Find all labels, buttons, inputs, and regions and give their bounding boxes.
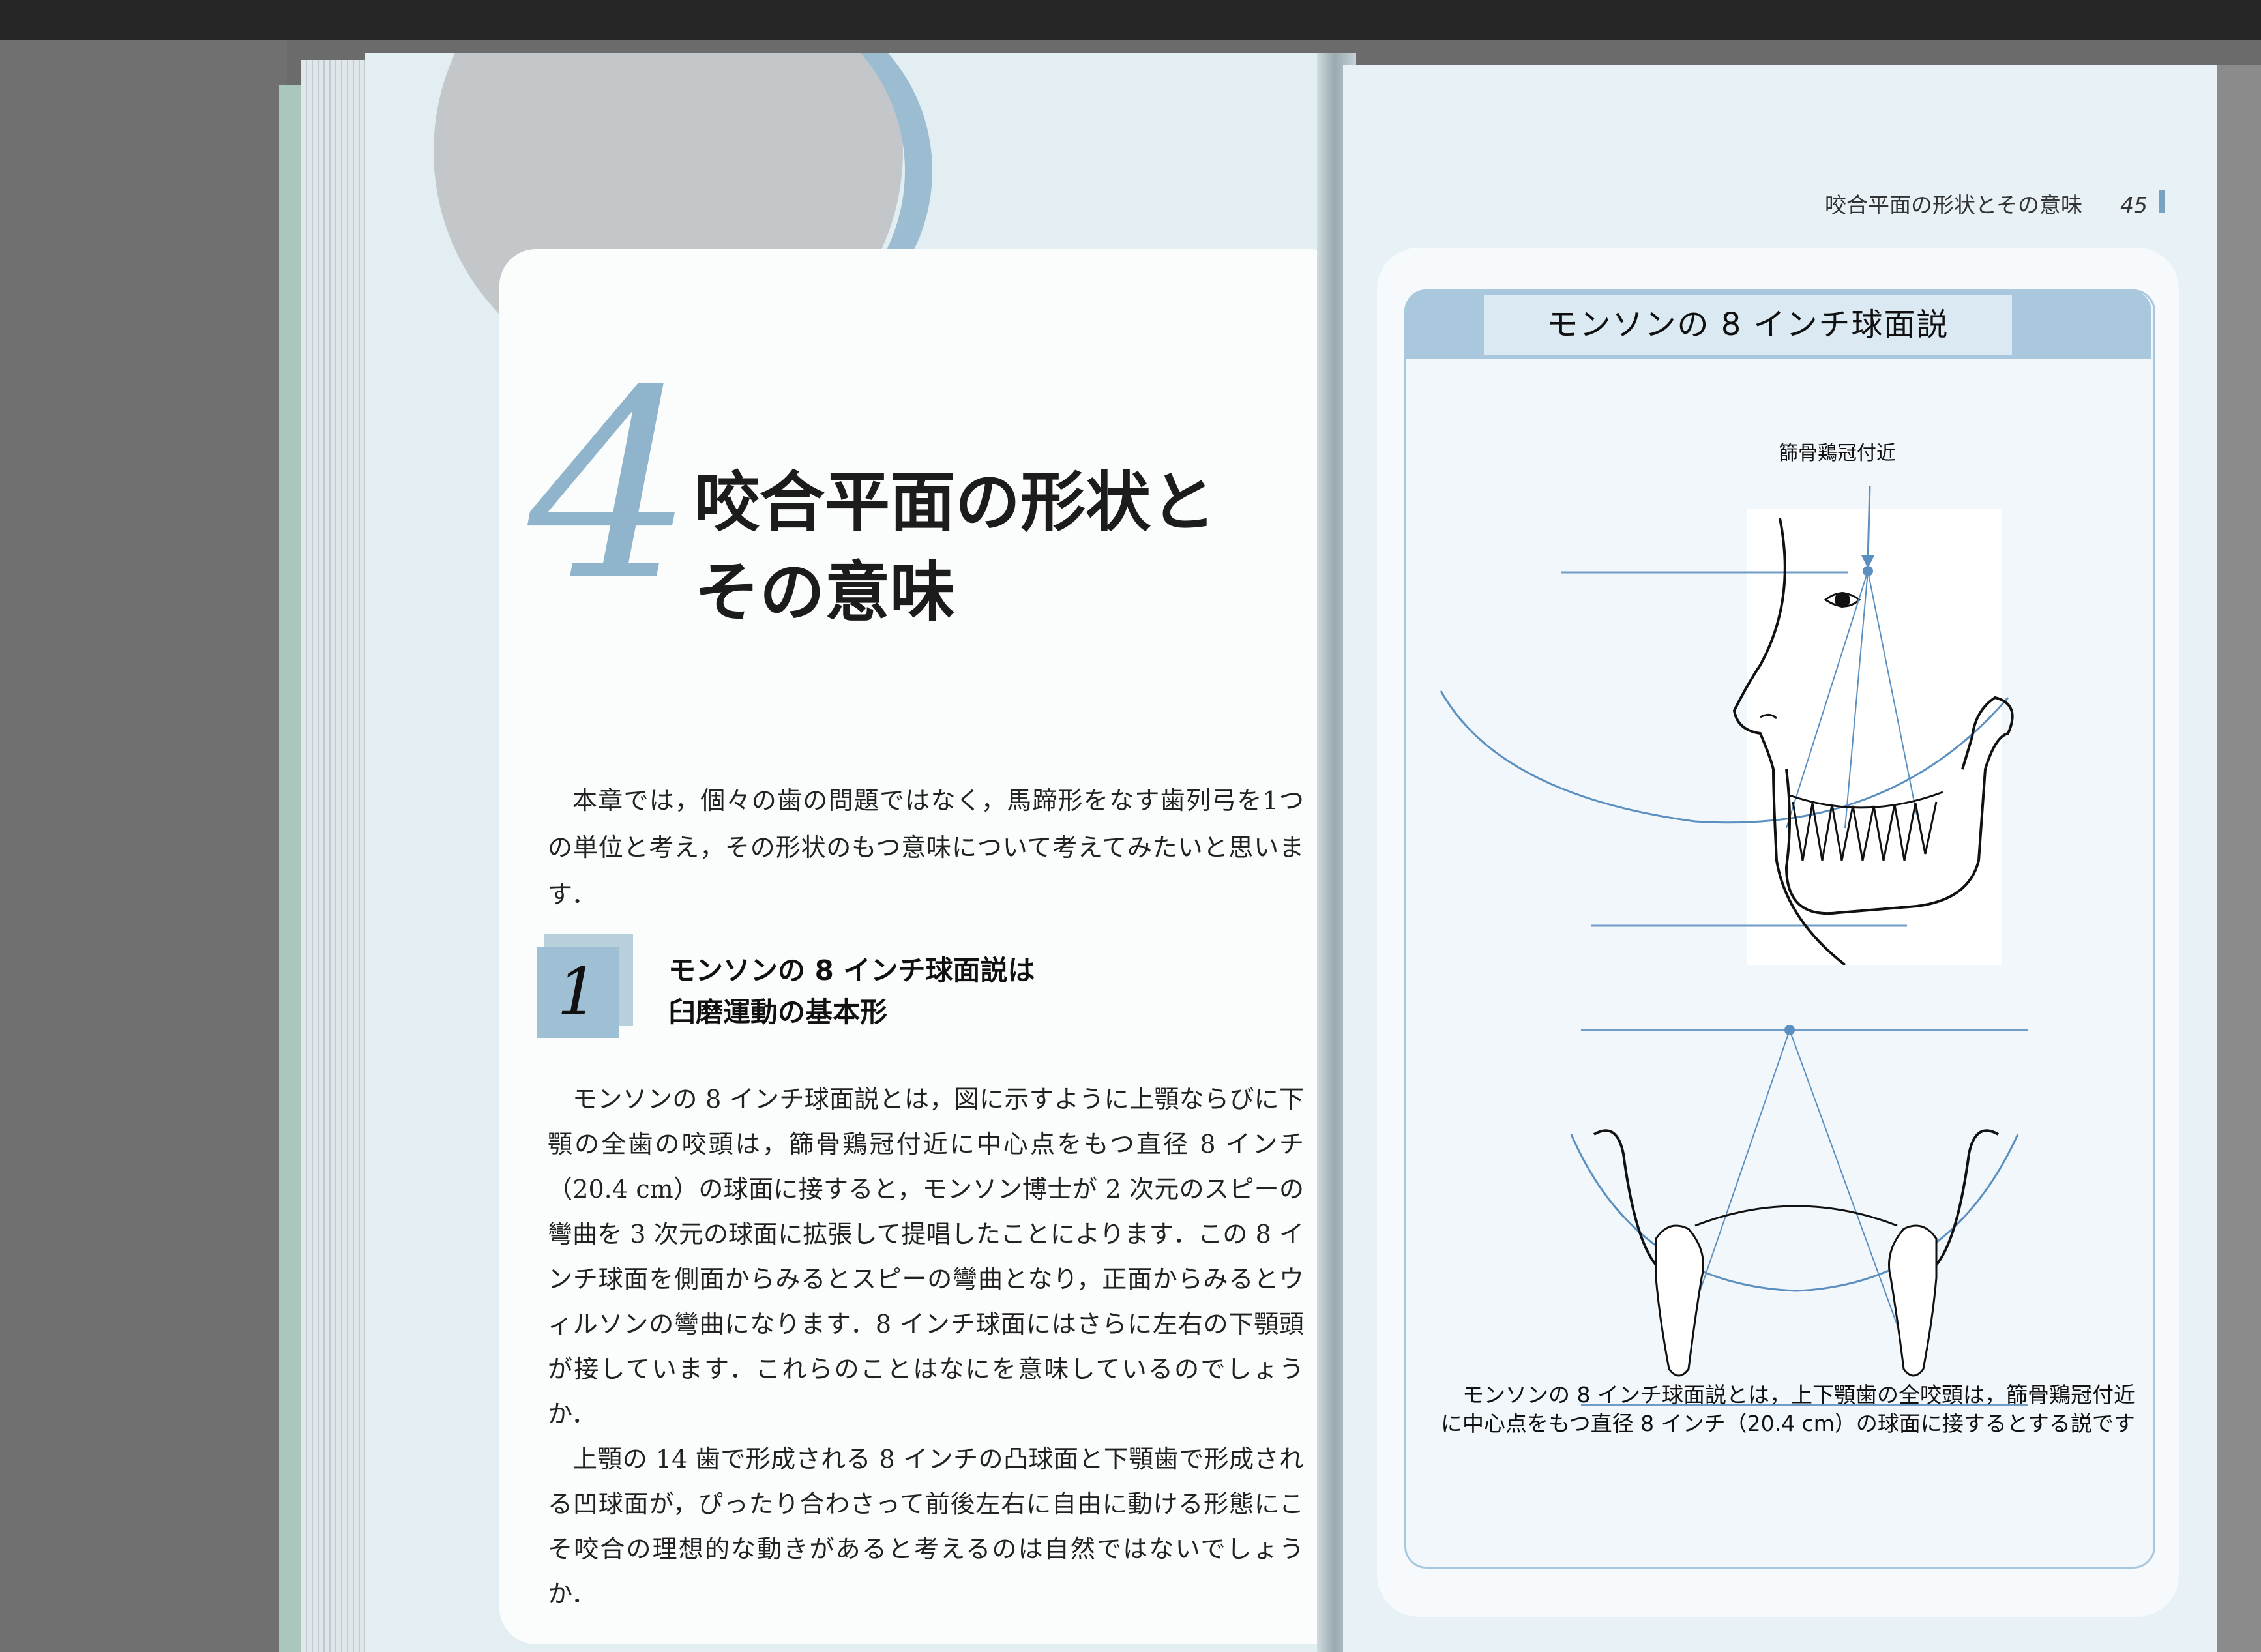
body-text: モンソンの 8 インチ球面説とは，図に示すように上顎ならびに下顎の全歯の咬頭は，… [548,1077,1304,1617]
running-head-title: 咬合平面の形状とその意味 [1824,192,2082,218]
chapter-title: 咬合平面の形状と その意味 [694,458,1216,638]
chapter-number: 4 [528,335,694,638]
figure-caption: モンソンの 8 インチ球面説とは，上下顎歯の全咬頭は，篩骨鶏冠付近に中心点をもつ… [1441,1382,2135,1436]
chapter-title-line: その意味 [694,554,955,630]
book-cover-edge [279,85,303,1652]
figure-box-title: モンソンの 8 インチ球面説 [1484,295,2012,355]
section-number: 1 [537,947,619,1038]
body-paragraph: 上顎の 14 歯で形成される 8 インチの凸球面と下顎歯で形成される凹球面が，ぴ… [548,1445,1304,1608]
running-head-bar [2159,190,2165,213]
section-title: モンソンの 8 インチ球面説は 臼磨運動の基本形 [668,950,1035,1033]
intro-paragraph: 本章では，個々の歯の問題ではなく，馬蹄形をなす歯列弓を1つの単位と考え，その形状… [548,786,1304,909]
scanner-right-edge [2217,65,2261,1652]
section-title-line: 臼磨運動の基本形 [668,996,888,1028]
right-page: 咬合平面の形状とその意味 45 モンソンの 8 インチ球面説 篩骨鶏冠付近 モン… [1343,65,2217,1652]
chapter-title-line: 咬合平面の形状と [694,464,1216,540]
left-page: 4 咬合平面の形状と その意味 本章では，個々の歯の問題ではなく，馬蹄形をなす歯… [365,53,1330,1652]
skull-frontal-view-illustration [1570,1025,2028,1406]
body-paragraph: モンソンの 8 インチ球面説とは，図に示すように上顎ならびに下顎の全歯の咬頭は，… [548,1085,1304,1428]
skull-side-view-illustration [1440,485,2014,965]
scanner-background [0,40,287,1652]
page-number: 45 [2120,192,2148,218]
scanner-top-edge [0,0,2261,40]
running-head: 咬合平面の形状とその意味 45 [1825,188,2148,219]
section-title-line: モンソンの 8 インチ球面説は [668,954,1035,986]
